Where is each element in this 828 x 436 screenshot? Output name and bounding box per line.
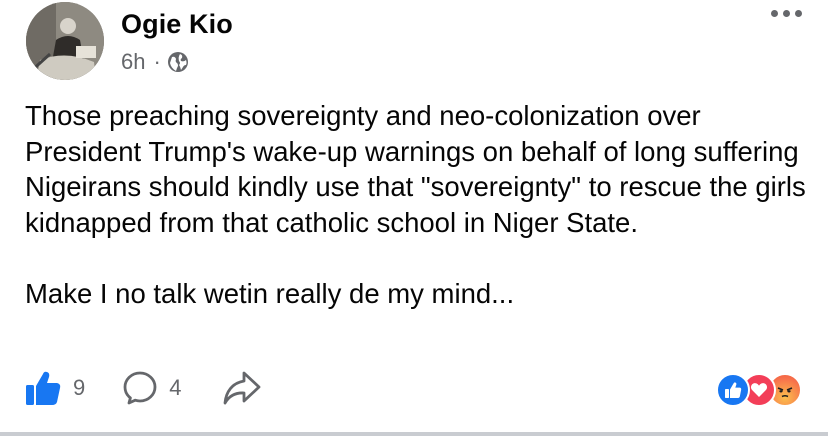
reaction-summary[interactable] bbox=[716, 373, 802, 407]
avatar-photo bbox=[26, 2, 104, 80]
post-divider bbox=[0, 432, 828, 436]
comment-count: 4 bbox=[169, 375, 182, 400]
more-dot-icon bbox=[771, 10, 778, 17]
avatar[interactable] bbox=[26, 2, 104, 80]
like-button[interactable]: 9 bbox=[25, 370, 85, 406]
share-icon bbox=[223, 371, 260, 405]
comment-button[interactable]: 4 bbox=[123, 371, 182, 405]
thumbs-up-icon bbox=[26, 371, 61, 405]
more-dot-icon bbox=[783, 10, 790, 17]
post-actions: 9 4 bbox=[25, 370, 262, 406]
globe-icon bbox=[167, 52, 188, 72]
comment-icon bbox=[123, 371, 157, 405]
meta-separator: · bbox=[153, 49, 161, 74]
more-options-button[interactable] bbox=[771, 10, 802, 17]
share-button[interactable] bbox=[222, 370, 262, 406]
post-time[interactable]: 6h bbox=[121, 49, 145, 75]
post-body: Those preaching sovereignty and neo-colo… bbox=[25, 100, 806, 309]
like-count: 9 bbox=[73, 375, 86, 400]
post-meta: 6h · bbox=[121, 49, 189, 75]
author-name[interactable]: Ogie Kio bbox=[121, 9, 233, 40]
more-dot-icon bbox=[795, 10, 802, 17]
like-reaction-icon bbox=[716, 373, 750, 407]
